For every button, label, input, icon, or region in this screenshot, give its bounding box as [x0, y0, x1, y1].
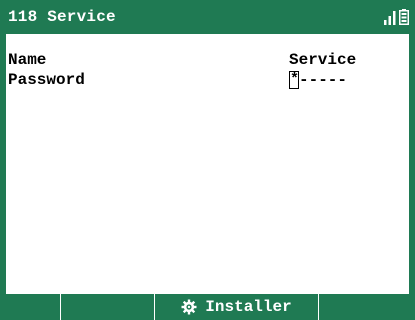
name-label: Name — [8, 51, 47, 69]
installer-softkey[interactable]: Installer — [155, 294, 319, 320]
softkey-1[interactable] — [0, 294, 61, 320]
text-cursor: * — [289, 71, 300, 89]
device-screen: 118 Service Name Service Password * ----… — [0, 0, 415, 320]
name-row[interactable]: Name Service — [8, 50, 405, 70]
password-label: Password — [8, 71, 85, 89]
password-field[interactable]: * ----- — [289, 70, 347, 90]
gear-icon — [181, 299, 197, 315]
title-bar: 118 Service — [0, 0, 415, 34]
installer-label: Installer — [205, 298, 292, 316]
settings-form: Name Service Password * ----- — [8, 50, 405, 90]
password-value: ----- — [299, 71, 348, 89]
password-row[interactable]: Password * ----- — [8, 70, 405, 90]
screen-title: 118 Service — [8, 8, 116, 26]
softkey-2[interactable] — [61, 294, 155, 320]
signal-bars-icon — [384, 11, 396, 25]
battery-icon — [399, 9, 409, 25]
softkey-bar: Installer — [0, 294, 415, 320]
softkey-4[interactable] — [319, 294, 415, 320]
status-icons — [384, 9, 409, 25]
name-value: Service — [289, 51, 357, 69]
